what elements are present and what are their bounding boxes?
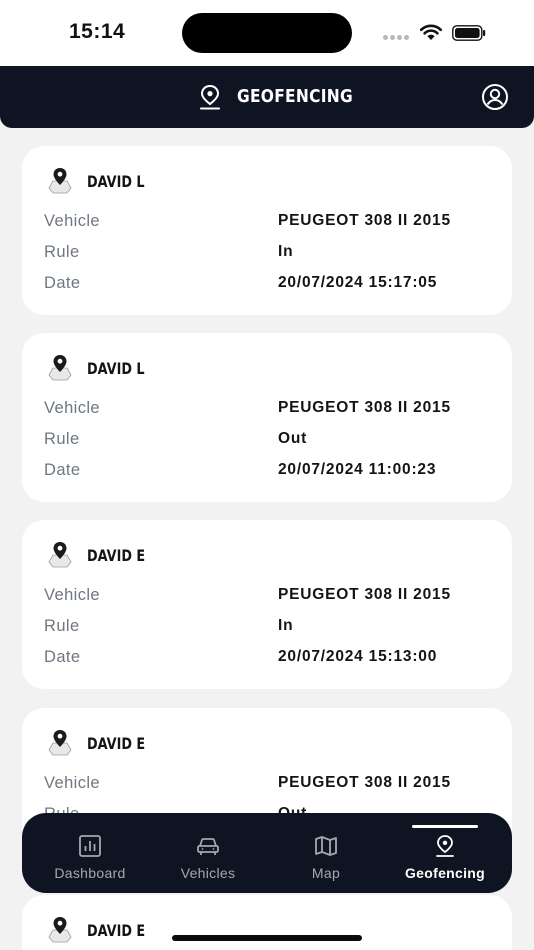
driver-map-pin-icon: [48, 542, 72, 568]
tab-map-label: Map: [311, 865, 341, 881]
driver-map-pin-icon: [48, 168, 72, 194]
tab-dashboard-label: Dashboard: [54, 865, 126, 881]
car-icon: [197, 838, 219, 855]
date-value: 20/07/2024 15:13:00: [278, 648, 438, 665]
rule-label: Rule: [44, 617, 80, 635]
bottom-tab-bar: Dashboard Vehicles Map Geofencing: [22, 813, 512, 893]
map-icon: [315, 836, 337, 856]
profile-icon[interactable]: [481, 83, 509, 111]
geofence-event-card[interactable]: DAVID E Vehicle PEUGEOT 308 II 2015 Rule…: [22, 520, 512, 689]
vehicle-label: Vehicle: [44, 399, 101, 417]
app-header: GEOFENCING: [0, 66, 534, 128]
vehicle-value: PEUGEOT 308 II 2015: [278, 399, 451, 416]
driver-name: DAVID E: [87, 734, 146, 753]
date-value: 20/07/2024 11:00:23: [278, 461, 437, 478]
geofence-event-card[interactable]: DAVID L Vehicle PEUGEOT 308 II 2015 Rule…: [22, 333, 512, 502]
geofence-event-card[interactable]: DAVID L Vehicle PEUGEOT 308 II 2015 Rule…: [22, 146, 512, 315]
date-value: 20/07/2024 15:17:05: [278, 274, 438, 291]
tab-vehicles-label: Vehicles: [180, 865, 236, 881]
driver-name: DAVID E: [87, 921, 146, 940]
rule-label: Rule: [44, 430, 80, 448]
driver-map-pin-icon: [48, 917, 72, 943]
vehicle-value: PEUGEOT 308 II 2015: [278, 774, 451, 791]
chart-icon: [79, 835, 101, 857]
rule-value: In: [278, 243, 294, 260]
vehicle-label: Vehicle: [44, 774, 101, 792]
driver-name: DAVID L: [87, 359, 145, 378]
tab-vehicles[interactable]: Vehicles: [148, 813, 268, 893]
tab-dashboard[interactable]: Dashboard: [30, 813, 150, 893]
status-time: 15:14: [69, 20, 126, 43]
vehicle-label: Vehicle: [44, 586, 101, 604]
rule-label: Rule: [44, 243, 80, 261]
page-title: GEOFENCING: [237, 86, 353, 107]
date-label: Date: [44, 274, 81, 292]
driver-name: DAVID L: [87, 172, 145, 191]
tab-map[interactable]: Map: [266, 813, 386, 893]
vehicle-label: Vehicle: [44, 212, 101, 230]
date-label: Date: [44, 461, 81, 479]
wifi-icon: [419, 24, 443, 40]
geofence-event-card[interactable]: DAVID E: [22, 895, 512, 950]
date-label: Date: [44, 648, 81, 666]
dynamic-island: [182, 13, 352, 53]
rule-value: In: [278, 617, 294, 634]
driver-map-pin-icon: [48, 730, 72, 756]
rule-value: Out: [278, 430, 308, 447]
cellular-signal-icon: [383, 35, 409, 40]
vehicle-value: PEUGEOT 308 II 2015: [278, 212, 451, 229]
driver-name: DAVID E: [87, 546, 146, 565]
driver-map-pin-icon: [48, 355, 72, 381]
status-bar: 15:14: [0, 0, 534, 66]
battery-icon: [452, 25, 486, 41]
vehicle-value: PEUGEOT 308 II 2015: [278, 586, 451, 603]
location-pin-icon: [200, 84, 220, 110]
home-indicator: [172, 935, 362, 941]
tab-geofencing-label: Geofencing: [404, 865, 485, 881]
active-tab-indicator: [412, 825, 478, 828]
geofence-pin-icon: [436, 835, 454, 857]
